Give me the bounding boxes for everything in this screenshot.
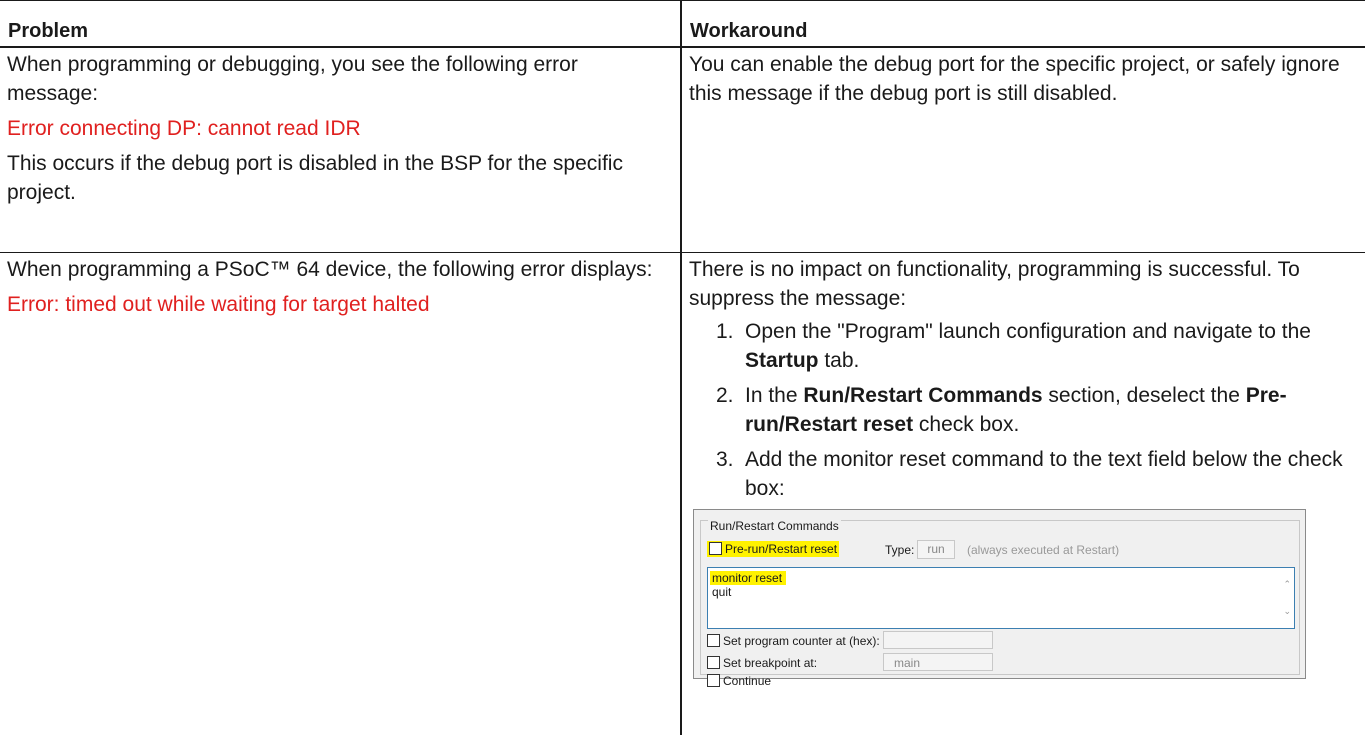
pre-run-reset-option[interactable]: Pre-run/Restart reset (707, 541, 840, 557)
step-number: 2. (716, 384, 734, 407)
set-pc-field[interactable] (883, 631, 993, 649)
run-restart-group: Run/Restart Commands Pre-run/Restart res… (700, 519, 1300, 688)
set-pc-option[interactable]: Set program counter at (hex): (707, 633, 880, 649)
workaround-cell: There is no impact on functionality, pro… (681, 253, 1365, 735)
problem-cell: When programming or debugging, you see t… (0, 47, 682, 253)
continue-label: Continue (723, 674, 772, 688)
step-text: section, deselect the (1042, 384, 1246, 407)
problem-note: This occurs if the debug port is disable… (7, 152, 623, 204)
step-text: Add the monitor reset command to the tex… (745, 448, 1343, 500)
continue-option[interactable]: Continue (707, 673, 771, 689)
step-text: Open the "Program" launch configuration … (745, 320, 1311, 343)
group-title: Run/Restart Commands (708, 519, 841, 533)
error-message: Error connecting DP: cannot read IDR (7, 117, 361, 140)
step-text: check box. (913, 413, 1020, 436)
checkbox-icon[interactable] (707, 674, 720, 687)
type-field[interactable]: run (917, 540, 955, 559)
steps-list: 1. Open the "Program" launch configuratio… (689, 317, 1365, 503)
problem-intro: When programming a PSoC™ 64 device, the … (7, 258, 653, 281)
command-line: quit (712, 585, 732, 599)
pre-run-reset-label: Pre-run/Restart reset (725, 542, 838, 556)
set-bp-option[interactable]: Set breakpoint at: (707, 655, 817, 671)
workaround-text: You can enable the debug port for the sp… (689, 53, 1340, 105)
set-bp-field[interactable]: main (883, 653, 993, 671)
type-hint: (always executed at Restart) (967, 543, 1120, 557)
run-restart-screenshot: Run/Restart Commands Pre-run/Restart res… (693, 509, 1306, 688)
error-message: Error: timed out while waiting for targe… (7, 293, 430, 316)
set-bp-label: Set breakpoint at: (723, 656, 818, 670)
set-pc-label: Set program counter at (hex): (723, 634, 880, 648)
checkbox-icon[interactable] (707, 634, 720, 647)
step-number: 3. (716, 448, 734, 471)
header-row: Problem Workaround (0, 0, 1365, 48)
issues-table: Problem Workaround When programming or d… (0, 0, 1365, 735)
workaround-cell: You can enable the debug port for the sp… (681, 47, 1365, 253)
header-workaround: Workaround (681, 0, 1365, 48)
step-number: 1. (716, 320, 734, 343)
table-row: When programming a PSoC™ 64 device, the … (0, 252, 1365, 735)
scroll-down-icon[interactable]: ⌄ (1283, 597, 1291, 626)
step-text: tab. (818, 349, 860, 372)
checkbox-icon[interactable] (707, 656, 720, 669)
step-text: In the (745, 384, 804, 407)
type-label: Type: (885, 543, 915, 557)
command-line: monitor reset (710, 571, 787, 585)
step-item: 2. In the Run/Restart Commands section, d… (689, 381, 1365, 439)
step-bold: Startup (745, 349, 819, 372)
problem-intro: When programming or debugging, you see t… (7, 53, 578, 105)
checkbox-icon[interactable] (709, 542, 722, 555)
step-item: 3. Add the monitor reset command to the t… (689, 445, 1365, 503)
workaround-intro: There is no impact on functionality, pro… (689, 258, 1300, 310)
commands-textarea[interactable]: monitor reset quit ⌃ ⌄ (707, 567, 1295, 629)
step-item: 1. Open the "Program" launch configuratio… (689, 317, 1365, 375)
table-row: When programming or debugging, you see t… (0, 47, 1365, 253)
problem-cell: When programming a PSoC™ 64 device, the … (0, 252, 682, 735)
scroll-up-icon[interactable]: ⌃ (1283, 570, 1291, 599)
header-problem: Problem (0, 0, 682, 48)
step-bold: Run/Restart Commands (803, 384, 1043, 407)
